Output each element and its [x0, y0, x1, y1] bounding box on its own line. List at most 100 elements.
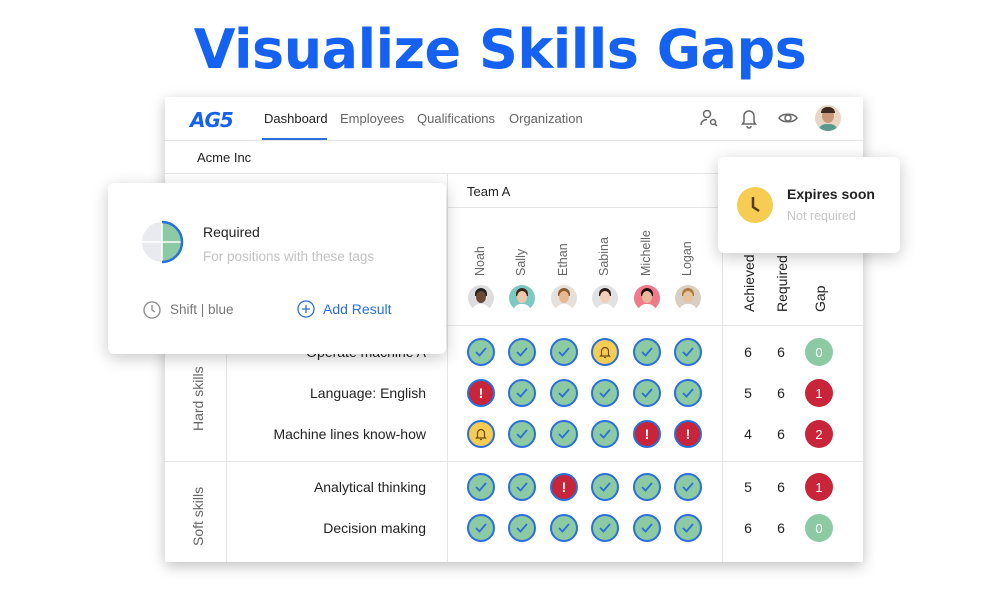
tab-employees[interactable]: Employees: [340, 111, 404, 126]
required-popup: Required For positions with these tags S…: [108, 183, 446, 354]
required-count: 6: [777, 479, 785, 495]
avatar[interactable]: [815, 105, 841, 131]
skill-status-ok[interactable]: [633, 473, 661, 501]
employee-avatar[interactable]: [509, 285, 535, 311]
employee-name: Logan: [680, 241, 694, 276]
ag5-logo: AG5: [190, 108, 234, 132]
employee-avatar[interactable]: [551, 285, 577, 311]
achieved-count: 5: [744, 385, 752, 401]
check-icon: [682, 523, 694, 533]
skill-status-ok[interactable]: [508, 338, 536, 366]
bell-icon: [475, 428, 487, 441]
skill-status-ok[interactable]: [674, 379, 702, 407]
skill-label: Decision making: [323, 520, 426, 536]
employee-name: Noah: [473, 246, 487, 276]
skill-status-ok[interactable]: [508, 473, 536, 501]
check-icon: [558, 347, 570, 357]
skill-label: Analytical thinking: [313, 479, 426, 495]
employee-avatar[interactable]: [675, 285, 701, 311]
required-subtitle: For positions with these tags: [203, 249, 375, 264]
user-search-icon[interactable]: [698, 107, 720, 129]
bell-icon[interactable]: [738, 107, 760, 129]
gap-badge: 1: [805, 379, 833, 407]
add-result-button[interactable]: Add Result: [297, 300, 391, 318]
alert-icon: !: [561, 479, 567, 495]
gap-badge: 0: [805, 338, 833, 366]
check-icon: [682, 482, 694, 492]
skill-label: Language: English: [310, 385, 426, 401]
add-result-label: Add Result: [323, 301, 392, 317]
check-icon: [599, 523, 611, 533]
active-tab-indicator: [262, 138, 327, 140]
skill-status-warn[interactable]: [591, 338, 619, 366]
header-required: Required: [774, 255, 790, 312]
company-name: Acme Inc: [197, 150, 252, 165]
skill-status-ok[interactable]: [467, 514, 495, 542]
check-icon: [682, 347, 694, 357]
skill-status-ok[interactable]: [633, 379, 661, 407]
skill-status-ok[interactable]: [550, 338, 578, 366]
check-icon: [682, 388, 694, 398]
skill-status-ok[interactable]: [674, 514, 702, 542]
skill-label: Machine lines know-how: [273, 426, 426, 442]
skill-status-ok[interactable]: [591, 379, 619, 407]
achieved-count: 5: [744, 479, 752, 495]
skill-status-ok[interactable]: [467, 473, 495, 501]
achieved-count: 6: [744, 344, 752, 360]
expires-subtitle: Not required: [787, 209, 856, 223]
employee-avatar[interactable]: [634, 285, 660, 311]
check-icon: [475, 482, 487, 492]
skill-status-ok[interactable]: [508, 379, 536, 407]
check-icon: [599, 388, 611, 398]
check-icon: [516, 388, 528, 398]
required-count: 6: [777, 344, 785, 360]
gap-badge: 0: [805, 514, 833, 542]
alert-icon: !: [478, 385, 484, 401]
employee-name: Michelle: [639, 230, 653, 276]
skill-status-ok[interactable]: [633, 514, 661, 542]
tab-qualifications[interactable]: Qualifications: [417, 111, 495, 126]
skill-status-alert[interactable]: !: [467, 379, 495, 407]
employee-avatar[interactable]: [468, 285, 494, 311]
skill-status-ok[interactable]: [550, 420, 578, 448]
skill-status-ok[interactable]: [674, 473, 702, 501]
employee-avatar[interactable]: [592, 285, 618, 311]
alert-icon: !: [644, 426, 650, 442]
expires-title: Expires soon: [787, 186, 875, 202]
skill-status-alert[interactable]: !: [674, 420, 702, 448]
team-name: Team A: [467, 184, 511, 199]
plus-circle-icon: [297, 300, 315, 318]
check-icon: [558, 429, 570, 439]
skill-status-warn[interactable]: [467, 420, 495, 448]
alert-icon: !: [685, 426, 691, 442]
required-title: Required: [203, 224, 260, 240]
gap-badge: 1: [805, 473, 833, 501]
quarter-pie-icon: [142, 220, 184, 264]
bell-icon: [599, 346, 611, 359]
skill-status-ok[interactable]: [591, 514, 619, 542]
clock-icon: [737, 187, 773, 223]
check-icon: [641, 482, 653, 492]
skill-status-ok[interactable]: [550, 379, 578, 407]
skill-status-ok[interactable]: [633, 338, 661, 366]
skill-status-ok[interactable]: [550, 514, 578, 542]
check-icon: [641, 523, 653, 533]
check-icon: [516, 523, 528, 533]
skill-status-alert[interactable]: !: [550, 473, 578, 501]
skill-status-ok[interactable]: [591, 420, 619, 448]
tab-organization[interactable]: Organization: [509, 111, 583, 126]
skill-status-ok[interactable]: [467, 338, 495, 366]
group-soft-skills: Soft skills: [190, 486, 206, 546]
skill-status-ok[interactable]: [508, 420, 536, 448]
check-icon: [641, 347, 653, 357]
header-achieved: Achieved: [741, 254, 757, 312]
group-hard-skills: Hard skills: [190, 366, 206, 431]
check-icon: [516, 482, 528, 492]
tab-dashboard[interactable]: Dashboard: [264, 111, 328, 126]
skill-status-ok[interactable]: [508, 514, 536, 542]
skill-status-ok[interactable]: [674, 338, 702, 366]
required-count: 6: [777, 520, 785, 536]
skill-status-alert[interactable]: !: [633, 420, 661, 448]
eye-icon[interactable]: [777, 107, 799, 129]
skill-status-ok[interactable]: [591, 473, 619, 501]
